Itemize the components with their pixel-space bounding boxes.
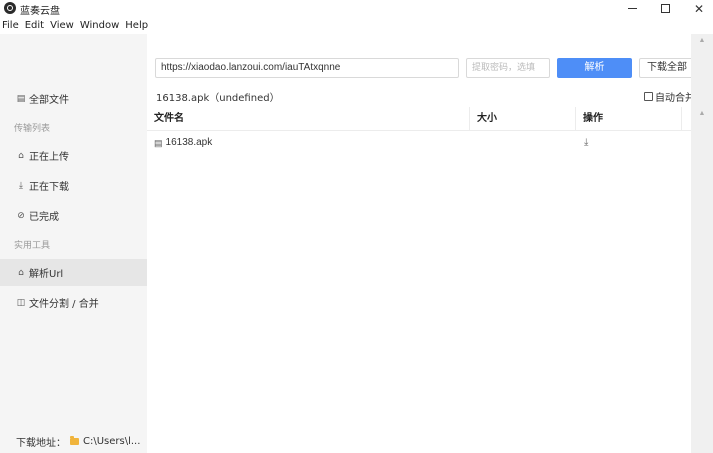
sidebar-item-label: 已完成 (29, 212, 59, 223)
sidebar-item-uploading[interactable]: ⌂ 正在上传 (0, 142, 147, 169)
check-circle-icon: ⊘ (17, 210, 25, 221)
sidebar-item-label: 全部文件 (29, 95, 69, 106)
sidebar-section-tools: 实用工具 (14, 241, 51, 251)
sidebar-item-all-files[interactable]: ▤ 全部文件 (0, 85, 147, 112)
download-icon[interactable]: ⤓ (584, 132, 588, 154)
file-list-icon: ▤ (16, 93, 26, 104)
maximize-icon (660, 4, 670, 13)
scrollbar[interactable]: ▲ ▲ (691, 34, 713, 453)
sidebar-item-split-merge[interactable]: ◫ 文件分割 / 合并 (0, 289, 147, 316)
auto-merge-label: 自动合并 (655, 93, 695, 104)
upload-cloud-icon: ⌂ (18, 150, 24, 161)
file-info: 16138.apk（undefined） (156, 93, 280, 104)
table-row: ▤ 16138.apk ⤓ (147, 132, 691, 154)
download-icon: ⤓ (19, 180, 23, 191)
sidebar: ▤ 全部文件 传输列表 ⌂ 正在上传 ⤓ 正在下载 ⊘ 已完成 实用工具 ⌂ 解… (0, 34, 147, 453)
column-header-action: 操作 (576, 107, 682, 131)
split-icon: ◫ (16, 297, 26, 308)
table-scroll-up-icon[interactable]: ▲ (691, 107, 713, 121)
sidebar-item-label: 正在下载 (29, 182, 69, 193)
password-input[interactable]: 提取密码，选填 (466, 58, 550, 78)
download-path-value: C:\Users\l... (83, 436, 141, 447)
folder-icon (70, 436, 79, 445)
auto-merge-checkbox[interactable]: 自动合并 (644, 89, 695, 104)
download-all-button[interactable]: 下载全部 (639, 58, 695, 78)
menu-window[interactable]: Window (77, 18, 122, 34)
minimize-button[interactable] (619, 0, 645, 17)
file-icon: ▤ (154, 138, 163, 148)
sidebar-item-downloading[interactable]: ⤓ 正在下载 (0, 172, 147, 199)
download-path-label: 下载地址： (16, 438, 66, 449)
sidebar-item-label: 正在上传 (29, 152, 69, 163)
sidebar-item-parse-url[interactable]: ⌂ 解析Url (0, 259, 147, 286)
file-name-cell: ▤ 16138.apk (154, 132, 212, 154)
file-name: 16138.apk (165, 137, 213, 148)
title-bar: 蓝奏云盘 ✕ (0, 0, 713, 17)
sidebar-item-completed[interactable]: ⊘ 已完成 (0, 202, 147, 229)
checkbox-icon[interactable] (644, 92, 653, 101)
close-button[interactable]: ✕ (686, 0, 712, 17)
column-header-size[interactable]: 大小 (470, 107, 576, 131)
sidebar-item-label: 文件分割 / 合并 (29, 299, 99, 310)
download-path[interactable]: 下载地址： C:\Users\l... (16, 434, 140, 449)
table-header: 文件名 大小 操作 (147, 107, 691, 131)
parse-button[interactable]: 解析 (557, 58, 632, 78)
link-cloud-icon: ⌂ (18, 267, 24, 278)
url-input[interactable]: https://xiaodao.lanzoui.com/iauTAtxqnne (155, 58, 459, 78)
app-title: 蓝奏云盘 (20, 6, 60, 17)
maximize-button[interactable] (652, 0, 678, 17)
minimize-icon (627, 8, 637, 9)
sidebar-section-transfer: 传输列表 (14, 124, 51, 134)
menu-edit[interactable]: Edit (22, 18, 47, 34)
app-logo-icon (4, 2, 16, 14)
scroll-up-icon[interactable]: ▲ (691, 34, 713, 48)
menu-help[interactable]: Help (122, 18, 151, 34)
menu-file[interactable]: File (0, 18, 22, 34)
main-panel: https://xiaodao.lanzoui.com/iauTAtxqnne … (147, 34, 713, 453)
menu-view[interactable]: View (47, 18, 77, 34)
menu-bar: File Edit View Window Help (0, 18, 151, 34)
sidebar-item-label: 解析Url (29, 269, 64, 280)
column-header-name[interactable]: 文件名 (147, 107, 470, 131)
